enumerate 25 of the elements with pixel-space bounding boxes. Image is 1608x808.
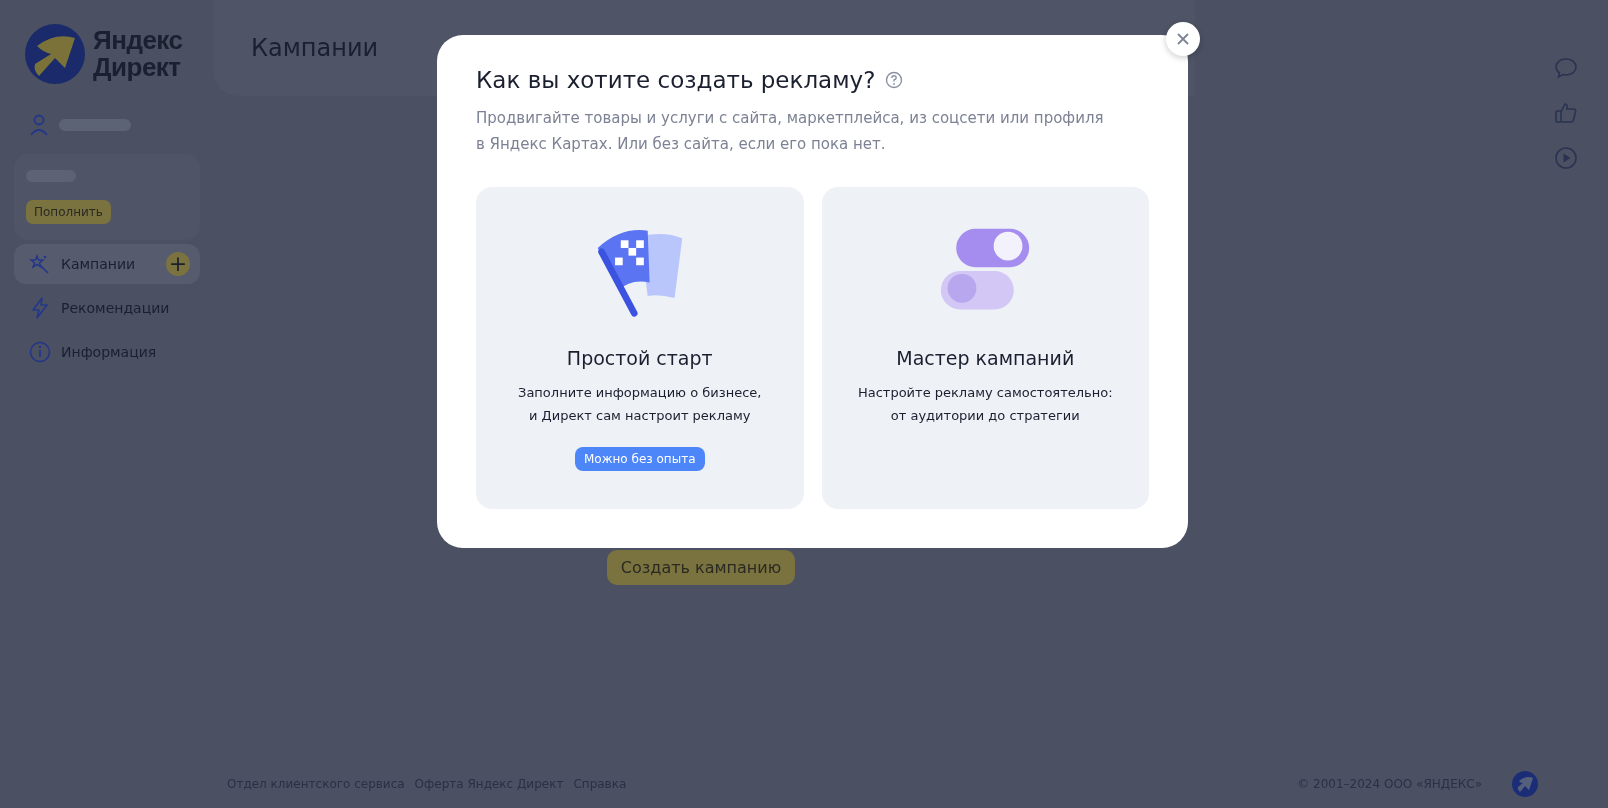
add-button[interactable]: + [166,252,190,276]
dialog-title: Как вы хотите создать рекламу? [476,67,876,93]
option-description: Заполните информацию о бизнесе, и Директ сам настроит рекламу [518,384,762,425]
close-button[interactable] [1166,22,1200,56]
create-campaign-button[interactable]: Создать кампанию [606,550,796,585]
info-icon [29,341,51,363]
option-card[interactable]: Мастер кампаний Настройте рекламу самостоятельно: от аудитории до стратегии [821,187,1149,509]
logo-icon [1512,771,1538,797]
play-icon[interactable] [1554,146,1578,170]
top-up-button[interactable]: Пополнить [26,200,111,224]
dialog-description: Продвигайте товары и услуги с сайта, маркетплейса, из соцсети или профиля в Яндекс Картах. Или без сайта, если его пока нет. [476,108,1105,155]
lightning-icon [29,297,51,319]
option-card[interactable]: Простой старт Заполните информацию о бизнесе, и Директ сам настроит рекламу Можно без опыта [476,187,804,509]
close-icon [1176,32,1190,46]
chat-icon[interactable] [1554,56,1578,80]
help-icon[interactable] [885,71,904,89]
option-title: Простой старт [566,347,713,369]
thumbs-up-icon[interactable] [1554,101,1578,125]
user-icon [29,114,49,136]
nav-item[interactable]: Кампании + [14,244,200,284]
magic-wand-icon [29,253,51,275]
logo-icon [25,24,85,84]
option-badge: Можно без опыта [575,447,705,471]
option-title: Мастер кампаний [896,347,1075,369]
option-description: Настройте рекламу самостоятельно: от аудитории до стратегии [857,384,1113,425]
